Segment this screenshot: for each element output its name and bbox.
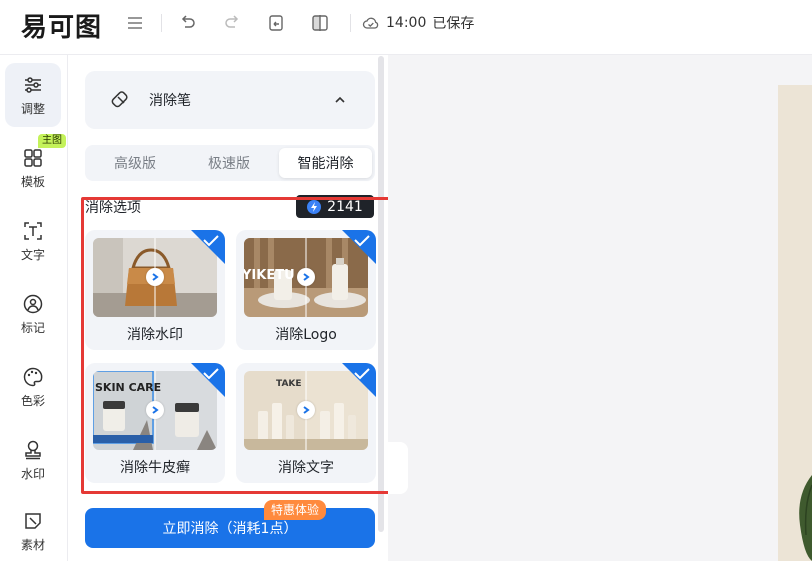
check-icon — [342, 363, 376, 397]
rail-item-adjust[interactable]: 调整 — [5, 63, 61, 127]
rail-label: 色彩 — [20, 393, 45, 408]
option-remove-text[interactable]: TAKE 消除文字 — [236, 363, 376, 483]
rail-item-text[interactable]: 文字 — [5, 209, 61, 273]
menu-icon[interactable] — [124, 12, 146, 34]
credits-balance: 2141 — [296, 195, 374, 218]
credits-value: 2141 — [327, 198, 363, 215]
rail-label: 水印 — [20, 466, 45, 481]
rail-item-mark[interactable]: 标记 — [5, 282, 61, 346]
options-title: 消除选项 — [85, 200, 141, 216]
promo-badge: 特惠体验 — [264, 500, 327, 520]
marker-icon — [23, 294, 43, 313]
undo-icon[interactable] — [177, 12, 199, 34]
tab-advanced[interactable]: 高级版 — [89, 148, 181, 178]
chevron-up-icon[interactable] — [333, 93, 347, 107]
eraser-tool-header[interactable]: 消除笔 — [85, 71, 375, 129]
option-label: 消除Logo — [275, 327, 337, 343]
rail-item-watermark[interactable]: 水印 — [5, 428, 61, 492]
option-label: 消除水印 — [127, 327, 183, 343]
redo-icon[interactable] — [221, 12, 243, 34]
tab-fast[interactable]: 极速版 — [183, 148, 275, 178]
toolbar-divider — [350, 14, 351, 32]
grid-icon — [24, 148, 42, 167]
tool-name: 消除笔 — [149, 93, 191, 109]
tab-smart-erase[interactable]: 智能消除 — [279, 148, 372, 178]
history-icon[interactable] — [265, 12, 287, 34]
eraser-icon — [111, 91, 128, 108]
check-icon — [191, 363, 225, 397]
rail-item-material[interactable]: 素材 — [5, 499, 61, 561]
save-label: 已保存 — [432, 16, 475, 32]
palette-icon — [23, 367, 43, 386]
app-logo[interactable]: 易可图 — [21, 7, 102, 44]
canvas-image[interactable] — [778, 85, 812, 561]
template-badge: 主图 — [38, 134, 66, 148]
compare-arrow-icon — [297, 268, 315, 286]
cloud-check-icon — [362, 17, 379, 29]
editor-canvas[interactable] — [388, 55, 812, 561]
option-label: 消除牛皮癣 — [120, 460, 190, 476]
material-icon — [25, 512, 41, 529]
text-thumb-text: TAKE — [276, 379, 302, 389]
compare-icon[interactable] — [309, 12, 331, 34]
erase-now-button[interactable]: 立即消除（消耗1点） — [85, 508, 375, 548]
save-time: 14:00 — [386, 15, 427, 31]
lightning-icon — [307, 199, 322, 214]
rail-label: 调整 — [20, 101, 45, 116]
rail-label: 文字 — [20, 247, 45, 262]
text-icon — [24, 221, 42, 240]
top-bar: 易可图 14:00 已保存 — [0, 0, 812, 55]
panel-scrollbar[interactable] — [378, 56, 384, 532]
save-status: 14:00 已保存 — [362, 12, 474, 34]
check-icon — [191, 230, 225, 264]
rail-item-color[interactable]: 色彩 — [5, 355, 61, 419]
option-label: 消除文字 — [278, 460, 334, 476]
option-remove-logo[interactable]: YIKETU 消除Logo — [236, 230, 376, 350]
check-icon — [342, 230, 376, 264]
rail-label: 模板 — [20, 174, 45, 189]
option-remove-spam-text[interactable]: SKIN CARE 消除牛皮癣 — [85, 363, 225, 483]
compare-arrow-icon — [146, 268, 164, 286]
stamp-icon — [25, 440, 41, 459]
mode-tabs: 高级版 极速版 智能消除 — [85, 145, 375, 181]
sliders-icon — [25, 76, 41, 93]
spam-thumb-text: SKIN CARE — [95, 381, 162, 394]
toolbar-divider — [161, 14, 162, 32]
rail-label: 标记 — [20, 320, 45, 335]
rail-label: 素材 — [20, 537, 45, 552]
option-remove-watermark[interactable]: 消除水印 — [85, 230, 225, 350]
logo-watermark-text: YIKETU — [244, 268, 295, 283]
panel-collapse-handle[interactable] — [388, 442, 408, 494]
compare-arrow-icon — [297, 401, 315, 419]
compare-arrow-icon — [146, 401, 164, 419]
